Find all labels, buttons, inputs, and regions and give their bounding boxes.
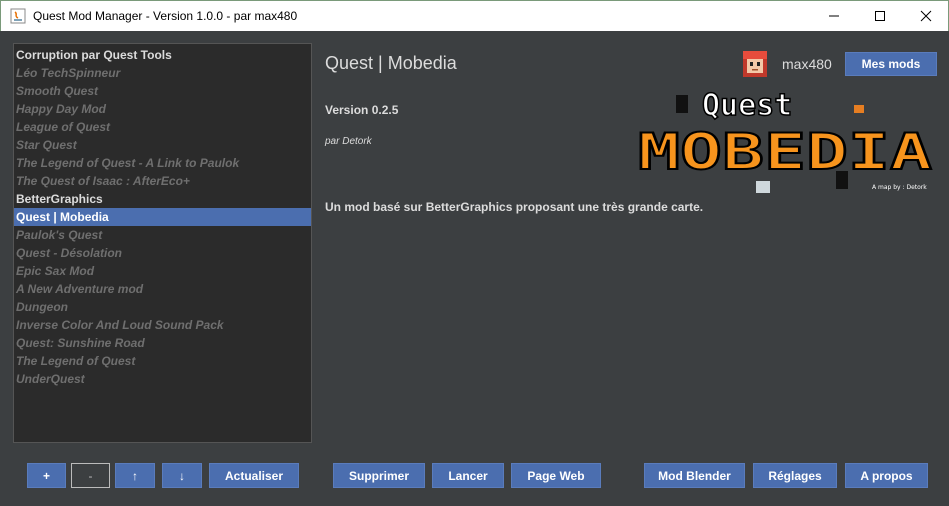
mod-list[interactable]: Corruption par Quest Tools Léo TechSpinn… [13, 43, 312, 443]
mod-list-item[interactable]: Corruption par Quest Tools [14, 46, 311, 64]
username: max480 [782, 56, 832, 72]
logo-caption: A map by : Detork [872, 184, 927, 191]
logo-sprite [836, 171, 848, 189]
mod-logo: Quest MOBEDIA A map by : Detork [637, 87, 933, 193]
settings-button[interactable]: Réglages [753, 463, 837, 488]
logo-line1: Quest [702, 88, 792, 123]
maximize-button[interactable] [857, 1, 903, 31]
mod-blender-button[interactable]: Mod Blender [644, 463, 745, 488]
delete-button[interactable]: Supprimer [333, 463, 425, 488]
mod-list-item[interactable]: The Legend of Quest [14, 352, 311, 370]
logo-sprite [854, 105, 864, 113]
mod-list-item[interactable]: Epic Sax Mod [14, 262, 311, 280]
launch-button[interactable]: Lancer [432, 463, 504, 488]
mod-version: Version 0.2.5 [325, 103, 399, 117]
mod-list-item[interactable]: Quest: Sunshine Road [14, 334, 311, 352]
add-mod-button[interactable]: + [27, 463, 66, 488]
mod-list-item[interactable]: BetterGraphics [14, 190, 311, 208]
mod-list-item[interactable]: Inverse Color And Loud Sound Pack [14, 316, 311, 334]
mod-list-item[interactable]: Smooth Quest [14, 82, 311, 100]
mod-list-item[interactable]: League of Quest [14, 118, 311, 136]
minimize-icon [829, 15, 839, 17]
webpage-button[interactable]: Page Web [511, 463, 601, 488]
window-title: Quest Mod Manager - Version 1.0.0 - par … [33, 9, 298, 23]
main-panel: Corruption par Quest Tools Léo TechSpinn… [0, 31, 949, 506]
logo-line2: MOBEDIA [638, 123, 932, 181]
mod-description: Un mod basé sur BetterGraphics proposant… [325, 200, 704, 214]
refresh-button[interactable]: Actualiser [209, 463, 299, 488]
mod-title: Quest | Mobedia [325, 53, 457, 73]
move-down-button[interactable]: ↓ [162, 463, 202, 488]
user-avatar [737, 48, 773, 80]
remove-mod-button[interactable]: - [71, 463, 110, 488]
title-bar: Quest Mod Manager - Version 1.0.0 - par … [0, 0, 949, 31]
mod-list-item[interactable]: The Quest of Isaac : AfterEco+ [14, 172, 311, 190]
mod-list-item[interactable]: Star Quest [14, 136, 311, 154]
logo-sprite [756, 181, 770, 193]
about-button[interactable]: A propos [845, 463, 928, 488]
move-up-button[interactable]: ↑ [115, 463, 155, 488]
logo-sprite [676, 95, 688, 113]
maximize-icon [875, 11, 885, 21]
mod-list-item[interactable]: UnderQuest [14, 370, 311, 388]
mod-list-item[interactable]: Happy Day Mod [14, 100, 311, 118]
mod-list-item-selected[interactable]: Quest | Mobedia [14, 208, 311, 226]
minimize-button[interactable] [811, 1, 857, 31]
close-icon [920, 10, 932, 22]
java-app-icon [10, 8, 26, 24]
mod-list-item[interactable]: Dungeon [14, 298, 311, 316]
mod-author: par Detork [325, 136, 372, 147]
mod-list-item[interactable]: A New Adventure mod [14, 280, 311, 298]
mod-list-item[interactable]: Léo TechSpinneur [14, 64, 311, 82]
mod-list-item[interactable]: Paulok's Quest [14, 226, 311, 244]
close-button[interactable] [903, 1, 949, 31]
mod-list-item[interactable]: The Legend of Quest - A Link to Paulok [14, 154, 311, 172]
mod-list-item[interactable]: Quest - Désolation [14, 244, 311, 262]
my-mods-button[interactable]: Mes mods [845, 52, 937, 76]
